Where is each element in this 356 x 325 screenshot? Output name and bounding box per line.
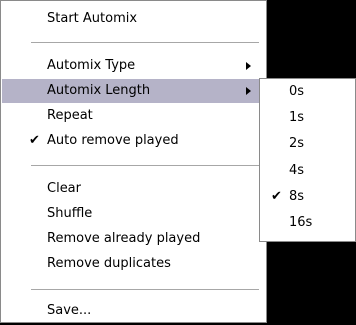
submenu-item-label: 1s [289, 110, 305, 125]
menu-item-label: Clear [47, 181, 81, 196]
menu-item-remove-duplicates[interactable]: Remove duplicates [2, 252, 265, 276]
submenu-item-label: 2s [289, 136, 305, 151]
menu-item-repeat[interactable]: Repeat [2, 104, 265, 128]
context-menu: Start Automix Automix Type Automix Lengt… [0, 0, 267, 323]
menu-item-label: Shuffle [47, 206, 93, 221]
menu-item-start-automix[interactable]: Start Automix [2, 7, 265, 31]
menu-item-automix-length[interactable]: Automix Length [2, 79, 265, 103]
menu-item-label: Automix Type [47, 58, 136, 73]
menu-separator [31, 165, 259, 166]
submenu-item-2s[interactable]: 2s [261, 132, 354, 156]
menu-item-shuffle[interactable]: Shuffle [2, 202, 265, 226]
menu-item-automix-type[interactable]: Automix Type [2, 54, 265, 78]
menu-item-label: Remove duplicates [47, 256, 171, 271]
submenu-arrow-icon [246, 87, 251, 95]
menu-separator [31, 42, 259, 43]
automix-length-submenu: 0s 1s 2s 4s ✔ 8s 16s [259, 78, 356, 242]
checkmark-icon: ✔ [29, 133, 40, 148]
submenu-item-label: 0s [289, 84, 305, 99]
menu-item-label: Repeat [47, 108, 93, 123]
checkmark-icon: ✔ [271, 189, 282, 204]
submenu-item-1s[interactable]: 1s [261, 106, 354, 130]
submenu-item-label: 4s [289, 163, 305, 178]
submenu-item-8s[interactable]: ✔ 8s [261, 185, 354, 209]
menu-item-label: Auto remove played [47, 133, 179, 148]
menu-item-label: Remove already played [47, 231, 201, 246]
submenu-item-label: 8s [289, 189, 305, 204]
menu-item-label: Start Automix [47, 11, 138, 26]
submenu-arrow-icon [246, 62, 251, 70]
menu-item-label: Save... [47, 303, 92, 318]
submenu-item-4s[interactable]: 4s [261, 159, 354, 183]
menu-item-save[interactable]: Save... [2, 299, 265, 323]
menu-item-label: Automix Length [47, 83, 151, 98]
menu-item-clear[interactable]: Clear [2, 177, 265, 201]
menu-separator [31, 289, 259, 290]
menu-item-auto-remove-played[interactable]: ✔ Auto remove played [2, 129, 265, 153]
submenu-item-label: 16s [289, 215, 313, 230]
submenu-item-0s[interactable]: 0s [261, 80, 354, 104]
menu-item-remove-already-played[interactable]: Remove already played [2, 227, 265, 251]
submenu-item-16s[interactable]: 16s [261, 211, 354, 235]
